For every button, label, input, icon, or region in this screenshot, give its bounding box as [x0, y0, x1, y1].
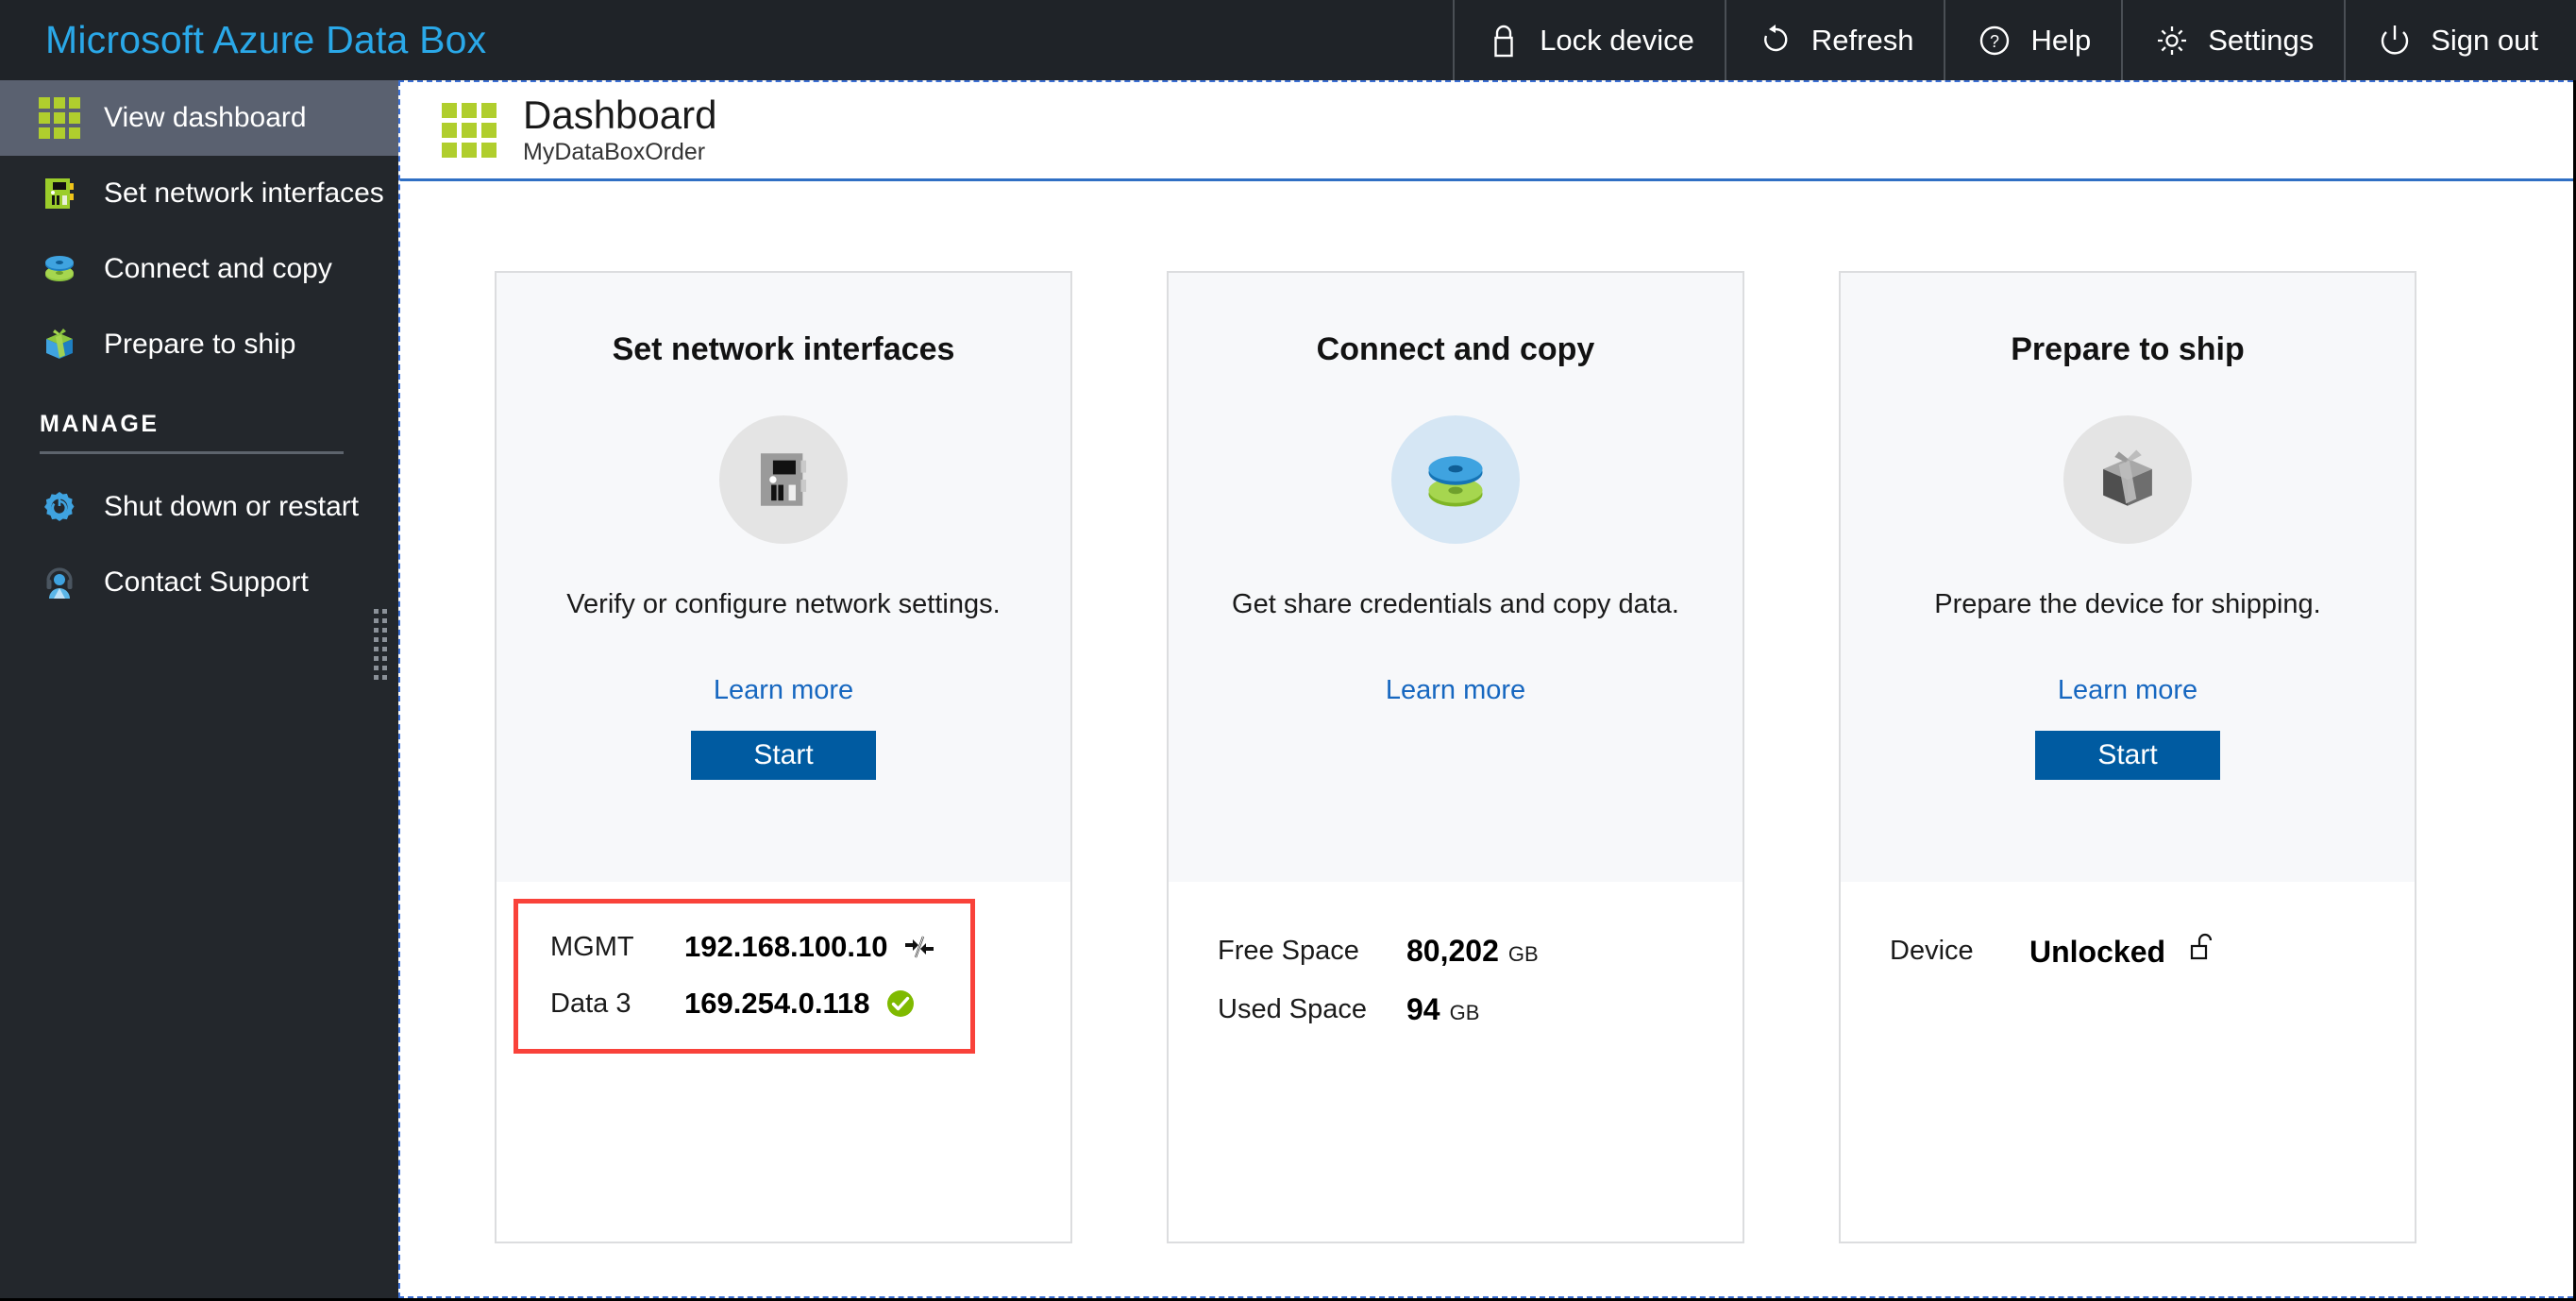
settings-button[interactable]: Settings	[2121, 0, 2344, 80]
network-interface-label: Data 3	[550, 988, 631, 1019]
refresh-label: Refresh	[1810, 23, 1914, 57]
help-button[interactable]: ? Help	[1944, 0, 2121, 80]
grid-icon	[39, 97, 80, 139]
sign-out-button[interactable]: Sign out	[2344, 0, 2576, 80]
power-icon	[2376, 22, 2414, 59]
sidebar-section-manage: MANAGE	[40, 411, 160, 437]
card-connect-and-copy: Connect and copy Get share credentials a…	[1167, 271, 1744, 1243]
sidebar-item-label: Shut down or restart	[104, 491, 360, 522]
storage-unit: GB	[1449, 1000, 1480, 1024]
card-top-section: Connect and copy Get share credentials a…	[1169, 273, 1743, 882]
sign-out-label: Sign out	[2431, 23, 2538, 57]
storage-value-block: 80,202 GB	[1406, 934, 1539, 969]
start-button[interactable]: Start	[691, 731, 876, 780]
card-description: Prepare the device for shipping.	[1934, 589, 2321, 619]
sidebar-item-prepare-to-ship[interactable]: Prepare to ship	[0, 307, 398, 382]
app-brand-title: Microsoft Azure Data Box	[45, 18, 487, 61]
card-bottom-section: MGMT 192.168.100.10 Data 3 169.254.0.118	[497, 882, 1070, 1242]
sidebar-item-label: Connect and copy	[104, 253, 332, 284]
network-card-icon	[40, 174, 79, 213]
power-gear-icon	[40, 487, 79, 527]
gift-box-icon	[40, 325, 79, 364]
settings-label: Settings	[2208, 23, 2315, 57]
card-title: Connect and copy	[1316, 331, 1595, 367]
dashboard-cards: Set network interfaces Verify or configu…	[400, 181, 2573, 1243]
storage-value: 80,202	[1406, 933, 1499, 968]
gear-icon	[2153, 22, 2191, 59]
card-title: Prepare to ship	[2011, 331, 2245, 367]
device-label: Device	[1890, 935, 1974, 966]
sidebar-item-label: Contact Support	[104, 566, 309, 598]
start-button[interactable]: Start	[2035, 731, 2220, 780]
sidebar-item-contact-support[interactable]: Contact Support	[0, 545, 398, 620]
network-card-icon-disabled	[719, 415, 848, 544]
storage-label: Used Space	[1218, 993, 1367, 1024]
card-description: Get share credentials and copy data.	[1232, 589, 1679, 619]
network-interface-label: MGMT	[550, 931, 634, 962]
card-top-section: Prepare to ship Prepare the device for s…	[1841, 273, 2415, 882]
top-bar-actions: Lock device Refresh ? Help Settings Sign…	[1453, 0, 2576, 80]
learn-more-link[interactable]: Learn more	[714, 675, 853, 706]
sidebar-item-set-network-interfaces[interactable]: Set network interfaces	[0, 156, 398, 231]
network-row-mgmt: MGMT 192.168.100.10	[518, 919, 970, 975]
grid-icon	[442, 103, 497, 158]
help-label: Help	[2030, 23, 2092, 57]
disconnected-icon	[903, 936, 935, 958]
sidebar-resize-grip[interactable]	[374, 609, 387, 680]
storage-value-block: 94 GB	[1406, 992, 1479, 1027]
page-subtitle: MyDataBoxOrder	[523, 138, 706, 165]
top-bar: Microsoft Azure Data Box Lock device Ref…	[0, 0, 2576, 80]
card-bottom-section: Device Unlocked	[1841, 882, 2415, 1242]
sidebar-item-shut-down-or-restart[interactable]: Shut down or restart	[0, 469, 398, 545]
unlocked-padlock-icon	[2188, 932, 2216, 962]
app-window: Microsoft Azure Data Box Lock device Ref…	[0, 0, 2576, 1301]
sidebar: View dashboard Set network interfaces Co…	[0, 80, 398, 1298]
storage-value: 94	[1406, 991, 1440, 1026]
device-state: Unlocked	[2029, 935, 2166, 969]
refresh-icon	[1757, 22, 1794, 59]
storage-label: Free Space	[1218, 935, 1359, 966]
page-header: Dashboard MyDataBoxOrder	[400, 82, 2573, 181]
gift-box-icon-disabled	[2063, 415, 2192, 544]
card-prepare-to-ship: Prepare to ship Prepare the device for s…	[1839, 271, 2416, 1243]
lock-icon	[1485, 22, 1523, 59]
storage-row-free-space: Free Space 80,202 GB	[1169, 921, 1743, 980]
page-title: Dashboard	[523, 93, 717, 138]
sidebar-item-label: View dashboard	[104, 102, 307, 133]
storage-unit: GB	[1507, 941, 1539, 966]
disk-stack-icon	[40, 249, 79, 289]
sidebar-item-label: Prepare to ship	[104, 329, 296, 360]
page-title-block: Dashboard MyDataBoxOrder	[523, 94, 716, 165]
lock-device-button[interactable]: Lock device	[1453, 0, 1725, 80]
sidebar-divider	[40, 451, 344, 454]
svg-text:?: ?	[1990, 32, 1999, 51]
grid-icon-glyph	[39, 97, 80, 139]
sidebar-item-connect-and-copy[interactable]: Connect and copy	[0, 231, 398, 307]
device-status-row: Device Unlocked	[1841, 921, 2415, 980]
card-top-section: Set network interfaces Verify or configu…	[497, 273, 1070, 882]
device-status-value: Unlocked	[2029, 932, 2216, 970]
card-description: Verify or configure network settings.	[566, 589, 1001, 619]
refresh-button[interactable]: Refresh	[1724, 0, 1945, 80]
disk-stack-icon	[1391, 415, 1520, 544]
lock-device-label: Lock device	[1540, 23, 1694, 57]
network-row-data3: Data 3 169.254.0.118	[518, 975, 970, 1032]
storage-row-used-space: Used Space 94 GB	[1169, 980, 1743, 1039]
support-agent-icon	[40, 563, 79, 602]
network-ip-value: 192.168.100.10	[684, 930, 888, 963]
network-status-panel: MGMT 192.168.100.10 Data 3 169.254.0.118	[514, 899, 975, 1054]
card-bottom-section: Free Space 80,202 GB Used Space 94 GB	[1169, 882, 1743, 1242]
learn-more-link[interactable]: Learn more	[1386, 675, 1525, 706]
help-icon: ?	[1976, 22, 2013, 59]
main-content: Dashboard MyDataBoxOrder Set network int…	[398, 80, 2573, 1298]
check-circle-icon	[885, 988, 916, 1019]
sidebar-item-label: Set network interfaces	[104, 177, 384, 209]
sidebar-item-view-dashboard[interactable]: View dashboard	[0, 80, 398, 156]
card-title: Set network interfaces	[612, 331, 955, 367]
network-ip-value: 169.254.0.118	[684, 987, 870, 1020]
card-set-network-interfaces: Set network interfaces Verify or configu…	[495, 271, 1072, 1243]
learn-more-link[interactable]: Learn more	[2058, 675, 2197, 706]
